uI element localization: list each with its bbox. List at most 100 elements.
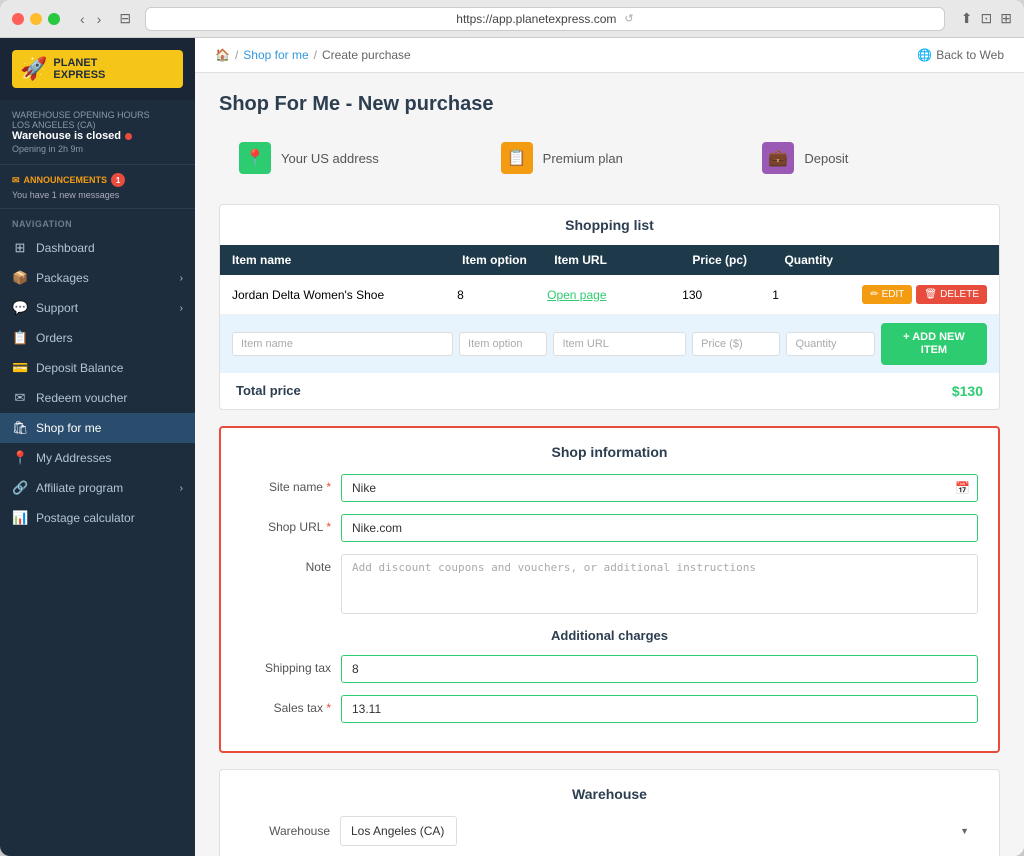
shop-url-input[interactable]	[341, 514, 978, 542]
url-text: https://app.planetexpress.com	[456, 12, 616, 26]
new-tab-button[interactable]: ⊞	[1000, 10, 1012, 27]
reader-mode-button[interactable]: ⊟	[113, 8, 137, 29]
warehouse-label: WAREHOUSE OPENING HOURS LOS ANGELES (CA)	[12, 110, 183, 130]
site-name-input[interactable]	[341, 474, 978, 502]
row-actions: ✏ EDIT 🗑 DELETE	[862, 285, 987, 304]
warehouse-open-time: Opening in 2h 9m	[12, 144, 183, 154]
new-item-quantity-input[interactable]	[786, 332, 874, 356]
globe-icon: 🌐	[917, 48, 932, 62]
nav-menu: ⊞ Dashboard 📦 Packages › 💬 Support › 📋 O…	[0, 233, 195, 533]
forward-button[interactable]: ›	[93, 9, 106, 29]
step-deposit[interactable]: 💼 Deposit	[742, 132, 1000, 184]
step-us-address[interactable]: 📍 Your US address	[219, 132, 477, 184]
sidebar-item-label: Support	[36, 301, 78, 315]
logo-area: 🚀 PLANET EXPRESS	[0, 38, 195, 100]
share-button[interactable]: ⬆	[961, 10, 973, 27]
affiliate-icon: 🔗	[12, 480, 28, 496]
edit-button[interactable]: ✏ EDIT	[862, 285, 912, 304]
step-1-icon: 📍	[239, 142, 271, 174]
warehouse-select[interactable]: Los Angeles (CA) New York (NY) Chicago (…	[340, 816, 457, 846]
support-icon: 💬	[12, 300, 28, 316]
sidebar-item-deposit-balance[interactable]: 💳 Deposit Balance	[0, 353, 195, 383]
table-header: Item name Item option Item URL Price (pc…	[220, 245, 999, 275]
shipping-tax-group: Shipping tax	[241, 655, 978, 683]
warehouse-row: Warehouse Los Angeles (CA) New York (NY)…	[240, 816, 979, 846]
new-item-name-input[interactable]	[232, 332, 453, 356]
warehouse-label: Warehouse	[240, 824, 330, 838]
new-item-url-input[interactable]	[553, 332, 686, 356]
col-actions	[877, 253, 988, 267]
new-item-option-input[interactable]	[459, 332, 547, 356]
additional-charges-title: Additional charges	[241, 628, 978, 643]
col-item-url: Item URL	[554, 253, 692, 267]
item-url-link[interactable]: Open page	[547, 288, 682, 302]
breadcrumb: 🏠 / Shop for me / Create purchase	[215, 48, 411, 62]
sidebar-item-label: Redeem voucher	[36, 391, 127, 405]
steps-bar: 📍 Your US address 📋 Premium plan 💼 Depos…	[219, 132, 1000, 184]
announcements-msg: You have 1 new messages	[12, 190, 183, 200]
top-bar: 🏠 / Shop for me / Create purchase 🌐 Back…	[195, 38, 1024, 73]
total-price-row: Total price $130	[220, 373, 999, 409]
sales-tax-input[interactable]	[341, 695, 978, 723]
total-price-value: $130	[952, 383, 983, 399]
warehouse-status: Warehouse is closed	[12, 130, 183, 142]
site-name-input-wrapper: 📅	[341, 474, 978, 502]
back-button[interactable]: ‹	[76, 9, 89, 29]
note-group: Note	[241, 554, 978, 614]
breadcrumb-link[interactable]: Shop for me	[243, 48, 308, 62]
copy-button[interactable]: ⊡	[981, 10, 993, 27]
address-icon: 📍	[12, 450, 28, 466]
item-price: 130	[682, 288, 772, 302]
shipping-tax-input[interactable]	[341, 655, 978, 683]
warehouse-info: WAREHOUSE OPENING HOURS LOS ANGELES (CA)…	[0, 100, 195, 165]
logo: 🚀 PLANET EXPRESS	[12, 50, 183, 88]
calculator-icon: 📊	[12, 510, 28, 526]
back-to-web-link[interactable]: 🌐 Back to Web	[917, 48, 1004, 62]
dashboard-icon: ⊞	[12, 240, 28, 256]
add-new-item-button[interactable]: + ADD NEW ITEM	[881, 323, 987, 365]
home-icon: 🏠	[215, 48, 230, 62]
shipping-tax-label: Shipping tax	[241, 655, 331, 675]
sidebar-item-dashboard[interactable]: ⊞ Dashboard	[0, 233, 195, 263]
sales-tax-group: Sales tax	[241, 695, 978, 723]
sidebar-item-label: Affiliate program	[36, 481, 123, 495]
edit-icon: ✏	[870, 289, 878, 300]
sidebar-item-my-addresses[interactable]: 📍 My Addresses	[0, 443, 195, 473]
step-2-label: Premium plan	[543, 151, 623, 166]
sidebar-item-redeem-voucher[interactable]: ✉ Redeem voucher	[0, 383, 195, 413]
sidebar-item-label: Packages	[36, 271, 89, 285]
sidebar-item-orders[interactable]: 📋 Orders	[0, 323, 195, 353]
announcements-label: ✉ ANNOUNCEMENTS 1	[12, 173, 183, 187]
nav-section-title: NAVIGATION	[0, 209, 195, 233]
sidebar-item-affiliate[interactable]: 🔗 Affiliate program ›	[0, 473, 195, 503]
sidebar-item-label: Orders	[36, 331, 73, 345]
address-bar[interactable]: https://app.planetexpress.com ↺	[145, 7, 945, 31]
shop-icon: 🛍	[12, 420, 28, 436]
col-quantity: Quantity	[784, 253, 876, 267]
item-name: Jordan Delta Women's Shoe	[232, 288, 457, 302]
sidebar-item-shop-for-me[interactable]: 🛍 Shop for me	[0, 413, 195, 443]
shop-info-title: Shop information	[241, 444, 978, 460]
table-row: Jordan Delta Women's Shoe 8 Open page 13…	[220, 275, 999, 315]
delete-button[interactable]: 🗑 DELETE	[916, 285, 987, 304]
site-name-label: Site name	[241, 474, 331, 494]
page-body: Shop For Me - New purchase 📍 Your US add…	[195, 73, 1024, 856]
calendar-icon: 📅	[955, 481, 970, 495]
step-3-label: Deposit	[804, 151, 848, 166]
shop-info-card: Shop information Site name 📅 Shop URL	[219, 426, 1000, 753]
note-input[interactable]	[341, 554, 978, 614]
sidebar-item-support[interactable]: 💬 Support ›	[0, 293, 195, 323]
add-item-row: + ADD NEW ITEM	[220, 315, 999, 373]
sidebar-item-label: Deposit Balance	[36, 361, 123, 375]
step-3-icon: 💼	[762, 142, 794, 174]
chevron-right-icon: ›	[180, 303, 183, 314]
step-premium-plan[interactable]: 📋 Premium plan	[481, 132, 739, 184]
new-item-price-input[interactable]	[692, 332, 780, 356]
chevron-right-icon: ›	[180, 483, 183, 494]
col-price: Price (pc)	[692, 253, 784, 267]
sidebar: 🚀 PLANET EXPRESS WAREHOUSE OPENING HOURS…	[0, 38, 195, 856]
status-dot	[125, 133, 132, 140]
announcements-badge: 1	[111, 173, 125, 187]
sidebar-item-postage-calculator[interactable]: 📊 Postage calculator	[0, 503, 195, 533]
sidebar-item-packages[interactable]: 📦 Packages ›	[0, 263, 195, 293]
